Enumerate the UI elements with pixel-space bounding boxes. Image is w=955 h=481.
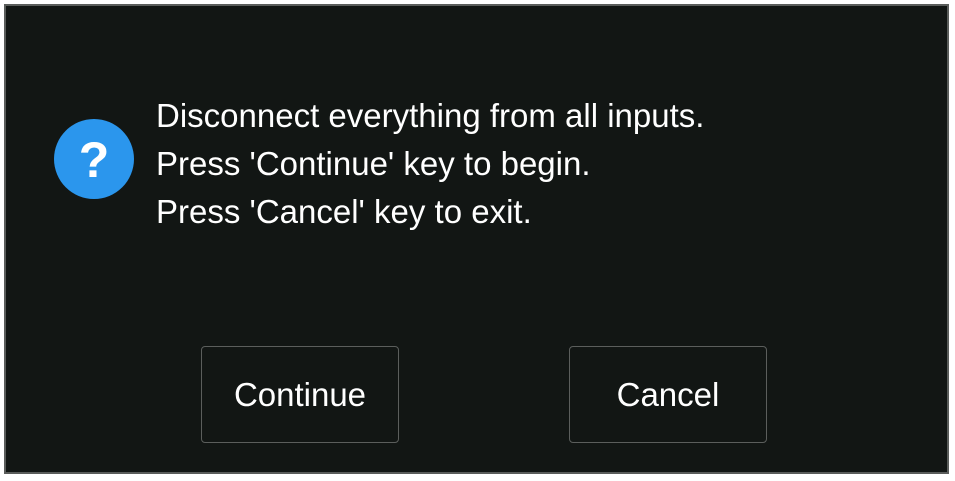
dialog-message: Disconnect everything from all inputs. P… bbox=[156, 92, 916, 236]
cancel-button[interactable]: Cancel bbox=[569, 346, 767, 443]
message-line-3: Press 'Cancel' key to exit. bbox=[156, 193, 532, 230]
continue-button[interactable]: Continue bbox=[201, 346, 399, 443]
question-icon: ? bbox=[54, 119, 134, 199]
calibration-dialog: ? Disconnect everything from all inputs.… bbox=[4, 4, 949, 474]
message-line-2: Press 'Continue' key to begin. bbox=[156, 145, 591, 182]
message-line-1: Disconnect everything from all inputs. bbox=[156, 97, 705, 134]
question-mark-glyph: ? bbox=[78, 132, 110, 188]
